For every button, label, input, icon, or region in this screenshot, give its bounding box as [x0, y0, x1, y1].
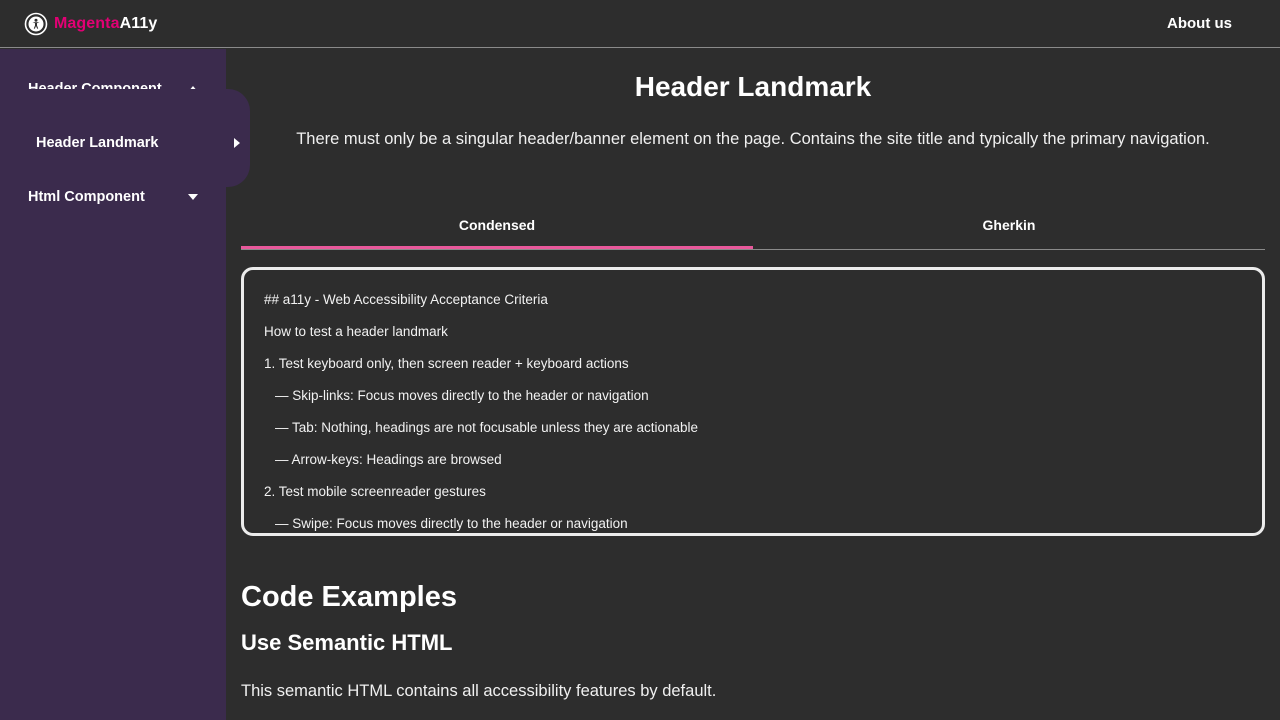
sidebar-navigation: Header Component Header Landmark Html Co…	[0, 49, 250, 720]
sidebar-group-label: Html Component	[28, 189, 145, 205]
site-title-part-a11y: A11y	[119, 15, 158, 32]
tab-gherkin[interactable]: Gherkin	[753, 205, 1265, 249]
about-us-link[interactable]: About us	[1167, 15, 1232, 32]
criteria-line: 2. Test mobile screenreader gestures	[264, 484, 486, 499]
sidebar-item-header-landmark[interactable]: Header Landmark	[36, 131, 246, 155]
criteria-line: ## a11y - Web Accessibility Acceptance C…	[264, 292, 548, 307]
caret-down-icon	[188, 194, 198, 200]
site-title-part-magenta: Magenta	[54, 15, 120, 32]
semantic-html-heading: Use Semantic HTML	[241, 630, 453, 655]
page-title: Header Landmark	[634, 71, 872, 102]
code-examples-heading: Code Examples	[241, 581, 457, 613]
main-content: Header Landmark There must only be a sin…	[226, 49, 1280, 720]
sidebar-submenu-panel: Header Landmark	[0, 89, 250, 187]
semantic-html-description: This semantic HTML contains all accessib…	[241, 682, 717, 700]
criteria-line: How to test a header landmark	[264, 324, 448, 339]
site-title: MagentaA11y	[54, 15, 157, 33]
accessibility-person-icon	[24, 12, 48, 36]
tab-condensed[interactable]: Condensed	[241, 205, 753, 249]
page-description: There must only be a singular header/ban…	[296, 130, 1210, 148]
sidebar-group-html-component[interactable]: Html Component	[28, 185, 198, 209]
criteria-line: — Tab: Nothing, headings are not focusab…	[275, 420, 699, 435]
site-header: MagentaA11y About us	[0, 0, 1280, 48]
criteria-line: — Swipe: Focus moves directly to the hea…	[275, 516, 628, 531]
criteria-line: — Skip-links: Focus moves directly to th…	[275, 388, 649, 403]
criteria-line: — Arrow-keys: Headings are browsed	[275, 452, 502, 467]
sidebar-item-label: Header Landmark	[36, 135, 159, 151]
site-logo-link[interactable]: MagentaA11y	[24, 12, 157, 36]
acceptance-criteria-panel[interactable]: ## a11y - Web Accessibility Acceptance C…	[241, 267, 1265, 536]
criteria-tabs: Condensed Gherkin	[241, 205, 1265, 250]
criteria-line: 1. Test keyboard only, then screen reade…	[264, 356, 629, 371]
